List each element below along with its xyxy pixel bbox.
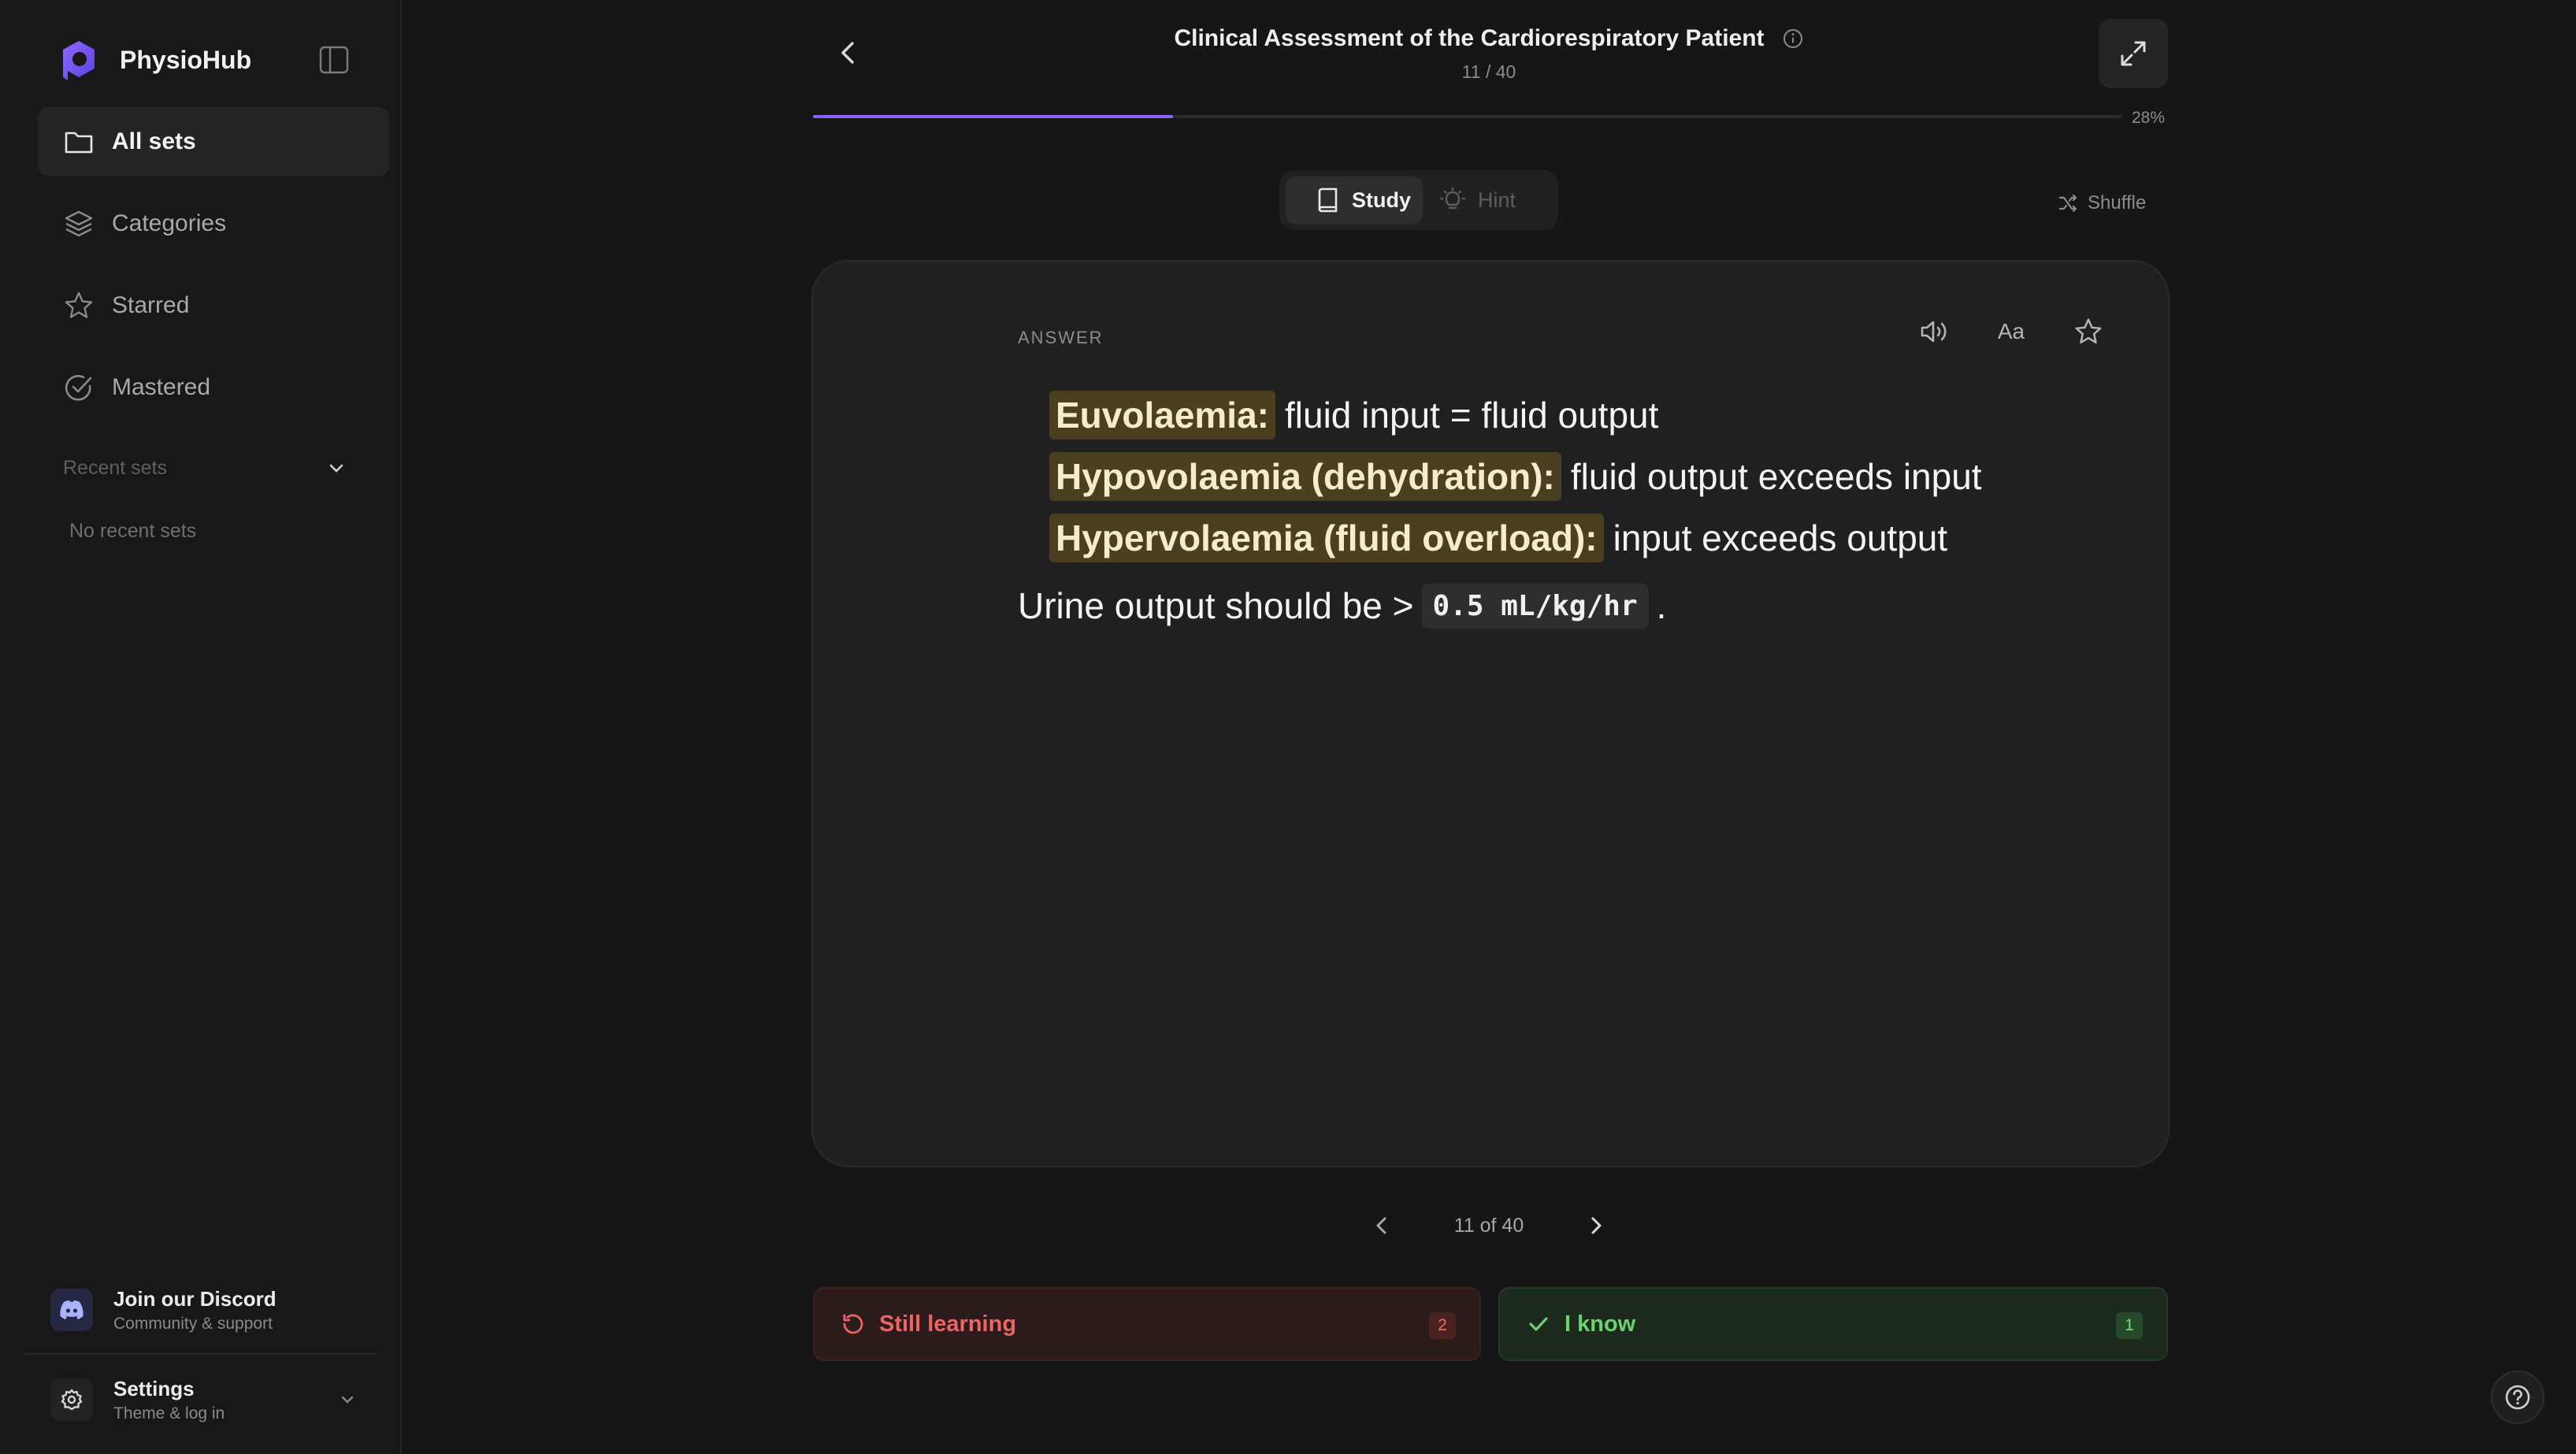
study-label: Study	[1352, 187, 1412, 212]
term-highlight: Hypovolaemia (dehydration):	[1049, 452, 1561, 501]
folder-icon	[65, 132, 93, 154]
discord-title: Join our Discord	[113, 1286, 277, 1311]
sidebar-item-starred[interactable]: Starred	[38, 271, 389, 340]
font-size-button[interactable]: Aa	[1987, 307, 2036, 356]
shuffle-icon	[2058, 194, 2077, 213]
refresh-icon	[843, 1314, 863, 1334]
app-name: PhysioHub	[120, 45, 252, 74]
answer-line: Hypervolaemia (fluid overload): input ex…	[1049, 507, 2042, 569]
sidebar: PhysioHub All sets Categories Starred Ma…	[0, 0, 402, 1454]
discord-link[interactable]: Join our Discord Community & support	[50, 1282, 277, 1337]
star-icon[interactable]	[2064, 307, 2113, 356]
hint-label: Hint	[1478, 187, 1516, 212]
sidebar-item-label: Categories	[112, 210, 227, 236]
sidebar-item-all-sets[interactable]: All sets	[38, 107, 389, 176]
sidebar-item-categories[interactable]: Categories	[38, 189, 389, 258]
settings-menu[interactable]: Settings Theme & log in	[50, 1375, 358, 1424]
i-know-button[interactable]: I know 1	[1498, 1287, 2168, 1361]
still-learning-button[interactable]: Still learning 2	[813, 1287, 1481, 1361]
info-icon[interactable]	[1782, 28, 1804, 50]
help-button[interactable]	[2491, 1371, 2544, 1424]
sidebar-nav: All sets Categories Starred Mastered	[38, 107, 389, 435]
flashcard[interactable]: ANSWER Aa Euvolaemia: fluid input = flui…	[811, 260, 2170, 1167]
back-chevron-icon[interactable]	[833, 36, 862, 69]
i-know-count: 1	[2116, 1312, 2143, 1339]
sidebar-item-label: Mastered	[112, 374, 211, 400]
still-learning-count: 2	[1429, 1312, 1456, 1339]
book-icon	[1318, 187, 1338, 213]
speaker-icon[interactable]	[1910, 307, 1958, 356]
answer-line: Euvolaemia: fluid input = fluid output	[1049, 384, 2042, 446]
pager-text: 11 of 40	[1453, 1214, 1524, 1237]
check-circle-icon	[65, 375, 92, 401]
check-icon	[1529, 1317, 1548, 1331]
previous-card-icon[interactable]	[1371, 1213, 1393, 1238]
discord-subtitle: Community & support	[113, 1314, 273, 1333]
deck-title-text: Clinical Assessment of the Cardiorespira…	[1174, 25, 1765, 51]
layers-icon	[65, 210, 93, 237]
term-definition: input exceeds output	[1613, 517, 1948, 558]
term-definition: fluid output exceeds input	[1570, 456, 1982, 497]
card-content: Euvolaemia: fluid input = fluid output H…	[1018, 384, 2042, 641]
fullscreen-button[interactable]	[2099, 19, 2168, 88]
hint-mode-button[interactable]: Hint	[1423, 176, 1541, 224]
lightbulb-icon	[1440, 187, 1465, 210]
settings-subtitle: Theme & log in	[113, 1404, 225, 1422]
star-icon	[65, 291, 93, 318]
physiohub-logo-icon	[63, 41, 95, 80]
sidebar-item-label: Starred	[112, 292, 190, 318]
shuffle-button[interactable]: Shuffle	[2058, 192, 2146, 214]
sidebar-divider	[25, 1353, 377, 1355]
deck-header: Clinical Assessment of the Cardiorespira…	[945, 25, 2032, 83]
next-card-icon[interactable]	[1585, 1213, 1607, 1238]
brand[interactable]: PhysioHub	[60, 39, 251, 80]
progress-bar	[813, 115, 2122, 118]
urine-code-value: 0.5 mL/kg/hr	[1421, 583, 1649, 629]
answer-line: Hypovolaemia (dehydration): fluid output…	[1049, 446, 2042, 507]
chevron-down-icon	[329, 464, 343, 473]
term-highlight: Euvolaemia:	[1049, 391, 1275, 440]
expand-icon	[2121, 41, 2146, 66]
settings-title: Settings	[113, 1376, 195, 1400]
gear-icon	[50, 1378, 93, 1421]
urine-prefix: Urine output should be >	[1018, 585, 1414, 626]
progress-fill	[813, 115, 1174, 118]
card-counter: 11 / 40	[1461, 61, 1516, 82]
study-mode-button[interactable]: Study	[1286, 176, 1423, 224]
mode-toggle: Study Hint	[1279, 170, 1558, 230]
discord-icon	[50, 1289, 93, 1331]
card-tools: Aa	[1881, 307, 2113, 356]
i-know-label: I know	[1565, 1311, 1636, 1337]
card-side-label: ANSWER	[1018, 328, 1104, 347]
recent-sets-empty: No recent sets	[69, 520, 197, 542]
urine-output-line: Urine output should be > 0.5 mL/kg/hr .	[1018, 570, 2042, 641]
sidebar-item-label: All sets	[112, 128, 196, 154]
recent-sets-toggle[interactable]: Recent sets	[63, 452, 347, 484]
recent-sets-title: Recent sets	[63, 456, 168, 479]
shuffle-label: Shuffle	[2088, 192, 2147, 213]
still-learning-label: Still learning	[879, 1311, 1017, 1337]
term-definition: fluid input = fluid output	[1285, 395, 1659, 436]
help-icon	[2505, 1385, 2530, 1410]
chevron-down-icon	[341, 1396, 354, 1404]
term-highlight: Hypervolaemia (fluid overload):	[1049, 514, 1604, 562]
urine-suffix: .	[1656, 585, 1667, 626]
sidebar-item-mastered[interactable]: Mastered	[38, 353, 389, 422]
sidebar-toggle-icon[interactable]	[318, 44, 350, 76]
progress-percent: 28%	[2132, 109, 2166, 127]
deck-title: Clinical Assessment of the Cardiorespira…	[1174, 25, 1803, 52]
card-pager: 11 of 40	[1371, 1204, 1607, 1248]
